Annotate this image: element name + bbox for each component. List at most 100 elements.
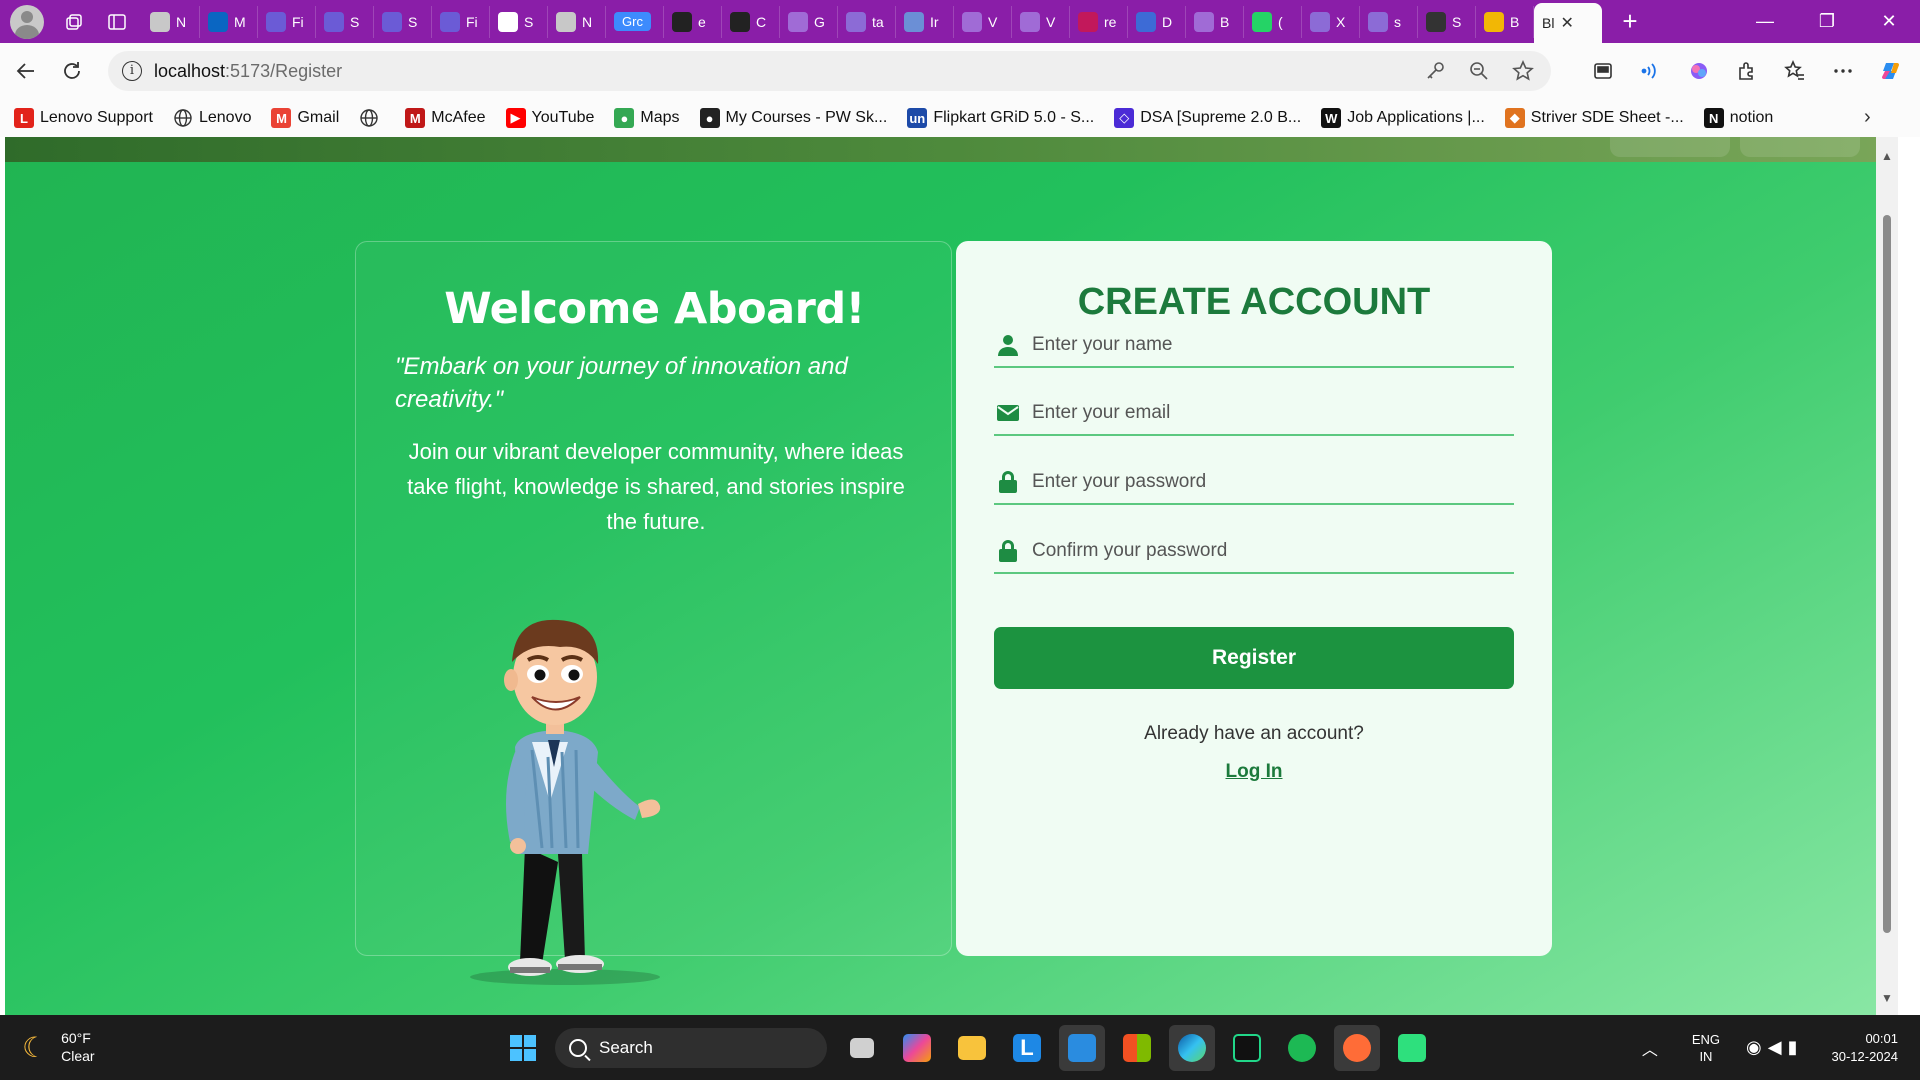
minimize-icon[interactable]: — — [1734, 0, 1796, 43]
lock-icon — [996, 470, 1020, 494]
tab-strip: N M Fi S S Fi S N Grc e C Gta Ir V Vre D B (Xs S B Bl ✕ + —… — [0, 0, 1920, 43]
page-scrollbar[interactable]: ▲ ▼ — [1876, 137, 1898, 1015]
browser-tab[interactable]: S — [490, 5, 548, 38]
copilot-app-icon[interactable] — [894, 1025, 940, 1071]
browser-tab[interactable]: G — [780, 5, 838, 38]
bookmark-favicon-icon: M — [405, 108, 426, 128]
tray-overflow-chevron-icon[interactable]: ︿ — [1642, 1036, 1658, 1060]
register-button[interactable]: Register — [994, 627, 1514, 689]
address-bar[interactable]: i localhost:5173/Register — [108, 51, 1551, 91]
bookmark-item[interactable]: ▶ YouTube — [505, 108, 594, 128]
bookmark-item[interactable]: un Flipkart GRiD 5.0 - S... — [907, 108, 1094, 128]
bookmark-item[interactable]: W Job Applications |... — [1321, 108, 1485, 128]
new-tab-button[interactable]: + — [1610, 6, 1650, 37]
close-window-icon[interactable]: ✕ — [1858, 0, 1920, 43]
scrollbar-thumb[interactable] — [1883, 215, 1891, 933]
clock[interactable]: 00:01 30-12-2024 — [1832, 1030, 1899, 1066]
browser-tab[interactable]: C — [722, 5, 780, 38]
key-icon[interactable] — [1417, 51, 1453, 91]
restore-icon[interactable]: ❐ — [1796, 0, 1858, 43]
tab-active[interactable]: Bl ✕ — [1534, 3, 1602, 43]
green-app-icon[interactable] — [1389, 1025, 1435, 1071]
browser-tab[interactable]: S — [316, 5, 374, 38]
wifi-volume-battery-icons[interactable]: ◉◀▮ — [1746, 1037, 1803, 1058]
bookmark-item[interactable]: ◇ DSA [Supreme 2.0 B... — [1114, 108, 1301, 128]
browser-tab[interactable]: re — [1070, 5, 1128, 38]
confirm-password-input[interactable] — [1032, 540, 1492, 562]
browser-tab[interactable]: X — [1302, 5, 1360, 38]
spotify-icon[interactable] — [1279, 1025, 1325, 1071]
bookmark-item[interactable]: Lenovo — [173, 108, 251, 128]
browser-tab[interactable]: S — [374, 5, 432, 38]
moon-icon: ☾ — [22, 1031, 48, 1063]
browser-tab[interactable]: M — [200, 5, 258, 38]
browser-tab[interactable]: B — [1476, 5, 1534, 38]
zoom-out-icon[interactable] — [1461, 51, 1497, 91]
vertical-tabs-icon[interactable] — [100, 7, 134, 37]
taskbar-search[interactable]: Search — [555, 1028, 827, 1068]
vscode-icon[interactable] — [1059, 1025, 1105, 1071]
favorites-icon[interactable] — [1772, 51, 1818, 91]
browser-tab[interactable]: Grc — [606, 5, 664, 38]
lenovo-app-icon[interactable]: L — [1004, 1025, 1050, 1071]
start-windows-icon[interactable] — [500, 1025, 546, 1071]
task-view-icon[interactable] — [839, 1025, 885, 1071]
language-indicator[interactable]: ENG IN — [1692, 1031, 1720, 1065]
browser-tab[interactable]: s — [1360, 5, 1418, 38]
more-menu-icon[interactable] — [1820, 51, 1866, 91]
browser-tab[interactable]: V — [954, 5, 1012, 38]
bookmark-item[interactable]: M McAfee — [405, 108, 486, 128]
pycharm-icon[interactable] — [1224, 1025, 1270, 1071]
browser-tab[interactable]: N — [548, 5, 606, 38]
favorite-star-icon[interactable] — [1505, 51, 1541, 91]
email-input[interactable] — [1032, 402, 1492, 424]
tab-label: V — [988, 13, 998, 30]
copilot-icon[interactable] — [1868, 51, 1914, 91]
browser-tab[interactable]: B — [1186, 5, 1244, 38]
browser-tab[interactable]: ta — [838, 5, 896, 38]
browser-tab[interactable]: D — [1128, 5, 1186, 38]
bookmarks-overflow-chevron-icon[interactable]: › — [1864, 106, 1890, 129]
browser-tab[interactable]: ( — [1244, 5, 1302, 38]
browser-tab[interactable]: Ir — [896, 5, 954, 38]
file-explorer-icon[interactable] — [949, 1025, 995, 1071]
microsoft-store-icon[interactable] — [1114, 1025, 1160, 1071]
extensions-icon[interactable] — [1724, 51, 1770, 91]
browser-essentials-icon[interactable] — [1676, 51, 1722, 91]
browser-tab[interactable]: e — [664, 5, 722, 38]
clock-time: 00:01 — [1865, 1030, 1898, 1046]
back-arrow-icon[interactable] — [6, 51, 46, 91]
postman-icon[interactable] — [1334, 1025, 1380, 1071]
reload-icon[interactable] — [52, 51, 92, 91]
tab-label: S — [350, 13, 360, 30]
bookmark-item[interactable]: ● My Courses - PW Sk... — [699, 108, 887, 128]
log-in-link[interactable]: Log In — [956, 761, 1552, 783]
scroll-down-arrow-icon[interactable]: ▼ — [1881, 991, 1893, 1005]
edge-browser-icon[interactable] — [1169, 1025, 1215, 1071]
browser-tab[interactable]: Fi — [432, 5, 490, 38]
bookmark-item[interactable]: M Gmail — [271, 108, 339, 128]
bookmark-item[interactable]: ◆ Striver SDE Sheet -... — [1504, 108, 1684, 128]
split-screen-icon[interactable] — [1580, 51, 1626, 91]
bookmark-item[interactable] — [359, 108, 385, 128]
password-input[interactable] — [1032, 471, 1492, 493]
read-aloud-icon[interactable] — [1628, 51, 1674, 91]
browser-tab[interactable]: V — [1012, 5, 1070, 38]
workspaces-icon[interactable] — [58, 7, 92, 37]
browser-tab[interactable]: N — [142, 5, 200, 38]
name-input[interactable] — [1032, 334, 1492, 356]
bookmark-item[interactable]: ● Maps — [614, 108, 680, 128]
bookmark-favicon-icon: un — [907, 108, 928, 128]
bookmark-item[interactable]: Nnotion — [1703, 108, 1773, 128]
nav-ghost-button — [1740, 137, 1860, 157]
browser-tab[interactable]: S — [1418, 5, 1476, 38]
site-info-icon[interactable]: i — [122, 61, 142, 81]
close-tab-icon[interactable]: ✕ — [1560, 13, 1573, 33]
url-host: localhost — [154, 60, 226, 81]
bookmark-item[interactable]: L Lenovo Support — [14, 108, 153, 128]
profile-avatar[interactable] — [10, 4, 44, 39]
tab-favicon-icon — [1252, 11, 1272, 32]
weather-widget[interactable]: ☾ 60°F Clear — [22, 1029, 95, 1065]
scroll-up-arrow-icon[interactable]: ▲ — [1881, 149, 1893, 163]
browser-tab[interactable]: Fi — [258, 5, 316, 38]
